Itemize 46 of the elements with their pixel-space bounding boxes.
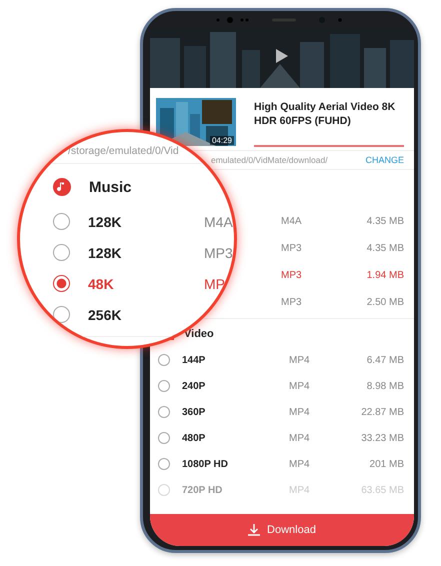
quality-label: 240P [182, 380, 206, 392]
quality-label: 48K [88, 276, 115, 292]
video-title: High Quality Aerial Video 8K HDR 60FPS (FUHD) [254, 100, 396, 128]
format-label: MP4 [289, 458, 311, 470]
file-size: 8.98 MB [366, 380, 404, 392]
format-label: MP [204, 276, 225, 292]
duration-badge: 04:29 [210, 136, 234, 145]
change-link[interactable]: CHANGE [365, 155, 404, 165]
quality-label: 360P [182, 406, 206, 418]
quality-label: 144P [182, 354, 206, 366]
radio-button[interactable] [158, 432, 170, 444]
music-option[interactable]: MP3 1.94 MB [281, 270, 404, 281]
format-label: M4A [204, 214, 233, 230]
section-title: Music [89, 178, 132, 196]
format-label: MP4 [289, 354, 311, 366]
file-size: 201 MB [370, 458, 404, 470]
file-size: 6.47 MB [366, 354, 404, 366]
quality-label: 128K [88, 214, 122, 230]
download-icon [248, 524, 260, 536]
file-size: 22.87 MB [361, 406, 404, 418]
save-path: emulated/0/VidMate/download/ [211, 155, 328, 165]
quality-label: 480P [182, 432, 206, 444]
quality-label: 1080P HD [182, 458, 229, 470]
quality-label: 720P HD [182, 484, 224, 496]
radio-button[interactable] [53, 244, 70, 261]
quality-label: 128K [88, 244, 122, 260]
quality-label: 256K [88, 306, 122, 322]
play-icon[interactable] [276, 49, 288, 63]
format-label: MP4 [289, 380, 311, 392]
format-label: MP3 [204, 244, 233, 260]
radio-button[interactable] [158, 380, 170, 392]
music-option[interactable]: M4A 4.35 MB [281, 216, 404, 227]
radio-button[interactable] [53, 306, 70, 323]
radio-button[interactable] [53, 275, 70, 292]
format-label: MP4 [289, 406, 311, 418]
file-size: 33.23 MB [361, 432, 404, 444]
radio-button[interactable] [158, 458, 170, 470]
radio-button[interactable] [158, 406, 170, 418]
music-icon [53, 178, 71, 196]
section-title: Video [184, 328, 214, 340]
music-option[interactable]: MP3 4.35 MB [281, 243, 404, 254]
music-option[interactable]: MP3 2.50 MB [281, 297, 404, 308]
radio-button[interactable] [158, 354, 170, 366]
radio-button[interactable] [53, 213, 70, 230]
format-label: MP4 [289, 432, 311, 444]
download-button[interactable]: Download [150, 514, 414, 546]
